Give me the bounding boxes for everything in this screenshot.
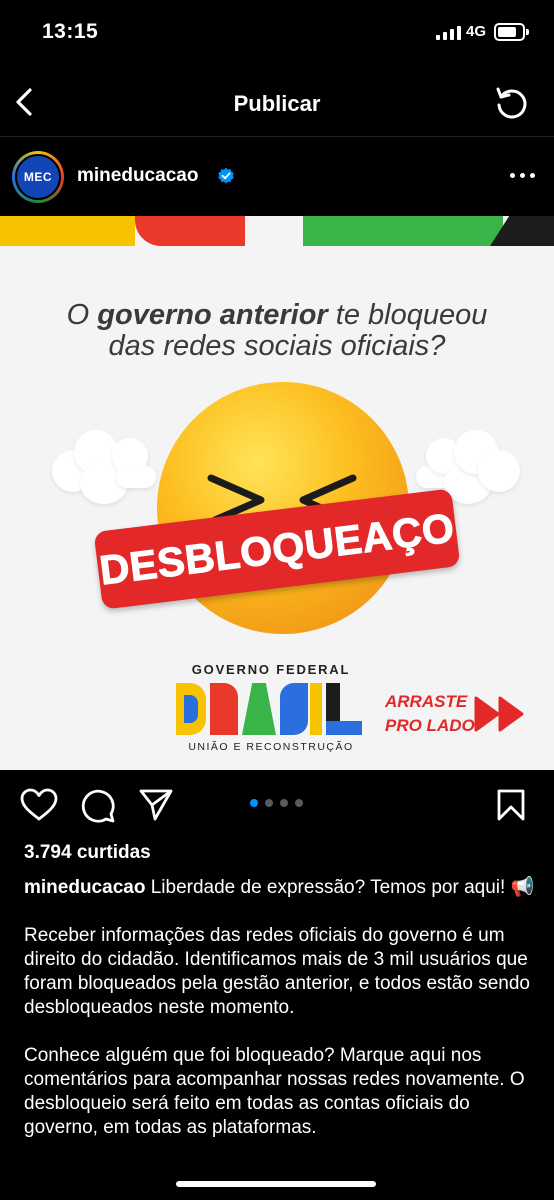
carousel-indicator (250, 799, 310, 807)
heart-icon[interactable] (20, 788, 58, 822)
swipe-hint: ARRASTE PRO LADO (385, 692, 475, 735)
avatar[interactable]: MEC (12, 151, 64, 203)
send-icon[interactable] (138, 788, 174, 822)
avatar-logo-text: MEC (23, 170, 53, 184)
page-title: Publicar (233, 91, 321, 116)
status-bar: 13:15 4G (0, 0, 554, 66)
post-caption: mineducacao Liberdade de expressão? Temo… (24, 876, 536, 1164)
gov-label: GOVERNO FEDERAL (191, 662, 351, 677)
gov-motto: UNIÃO E RECONSTRUÇÃO (188, 741, 354, 753)
carousel-dot (295, 799, 303, 807)
steam-cloud-left (52, 424, 172, 504)
governo-federal-logo: GOVERNO FEDERAL UNIÃO E RECONSTRUÇÃO (176, 662, 366, 753)
home-indicator[interactable] (176, 1181, 376, 1187)
flag-stripe-green (303, 216, 503, 246)
brasil-logo (176, 683, 366, 735)
carousel-dot (265, 799, 273, 807)
likes-count[interactable]: 3.794 curtidas (24, 842, 151, 864)
network-type: 4G (466, 23, 487, 40)
bookmark-icon[interactable] (496, 788, 526, 822)
post-image[interactable]: O governo anterior te bloqueou das redes… (0, 216, 554, 770)
battery-icon (494, 23, 529, 41)
caption-username[interactable]: mineducacao (24, 877, 145, 898)
refresh-icon[interactable] (493, 84, 531, 122)
caption-paragraph-2: Receber informações das redes oficiais d… (24, 925, 530, 1018)
fast-forward-icon (474, 696, 524, 732)
post-actions (0, 772, 554, 836)
verified-badge-icon (218, 167, 234, 184)
caption-paragraph-3: Conhece alguém que foi bloqueado? Marque… (24, 1045, 525, 1138)
signal-icon (436, 26, 462, 40)
top-nav: Publicar (0, 70, 554, 137)
post-username[interactable]: mineducacao (77, 165, 198, 187)
image-headline: O governo anterior te bloqueou das redes… (66, 299, 488, 362)
flag-stripe-red (135, 216, 245, 246)
comment-icon[interactable] (80, 788, 116, 824)
flag-stripe-yellow (0, 216, 135, 246)
caption-first-line: Liberdade de expressão? Temos por aqui! … (145, 877, 535, 898)
carousel-dot-active (250, 799, 258, 807)
more-dots-icon[interactable] (508, 171, 538, 181)
status-time: 13:15 (42, 20, 99, 43)
carousel-dot (280, 799, 288, 807)
post-header: MEC mineducacao (0, 137, 554, 215)
